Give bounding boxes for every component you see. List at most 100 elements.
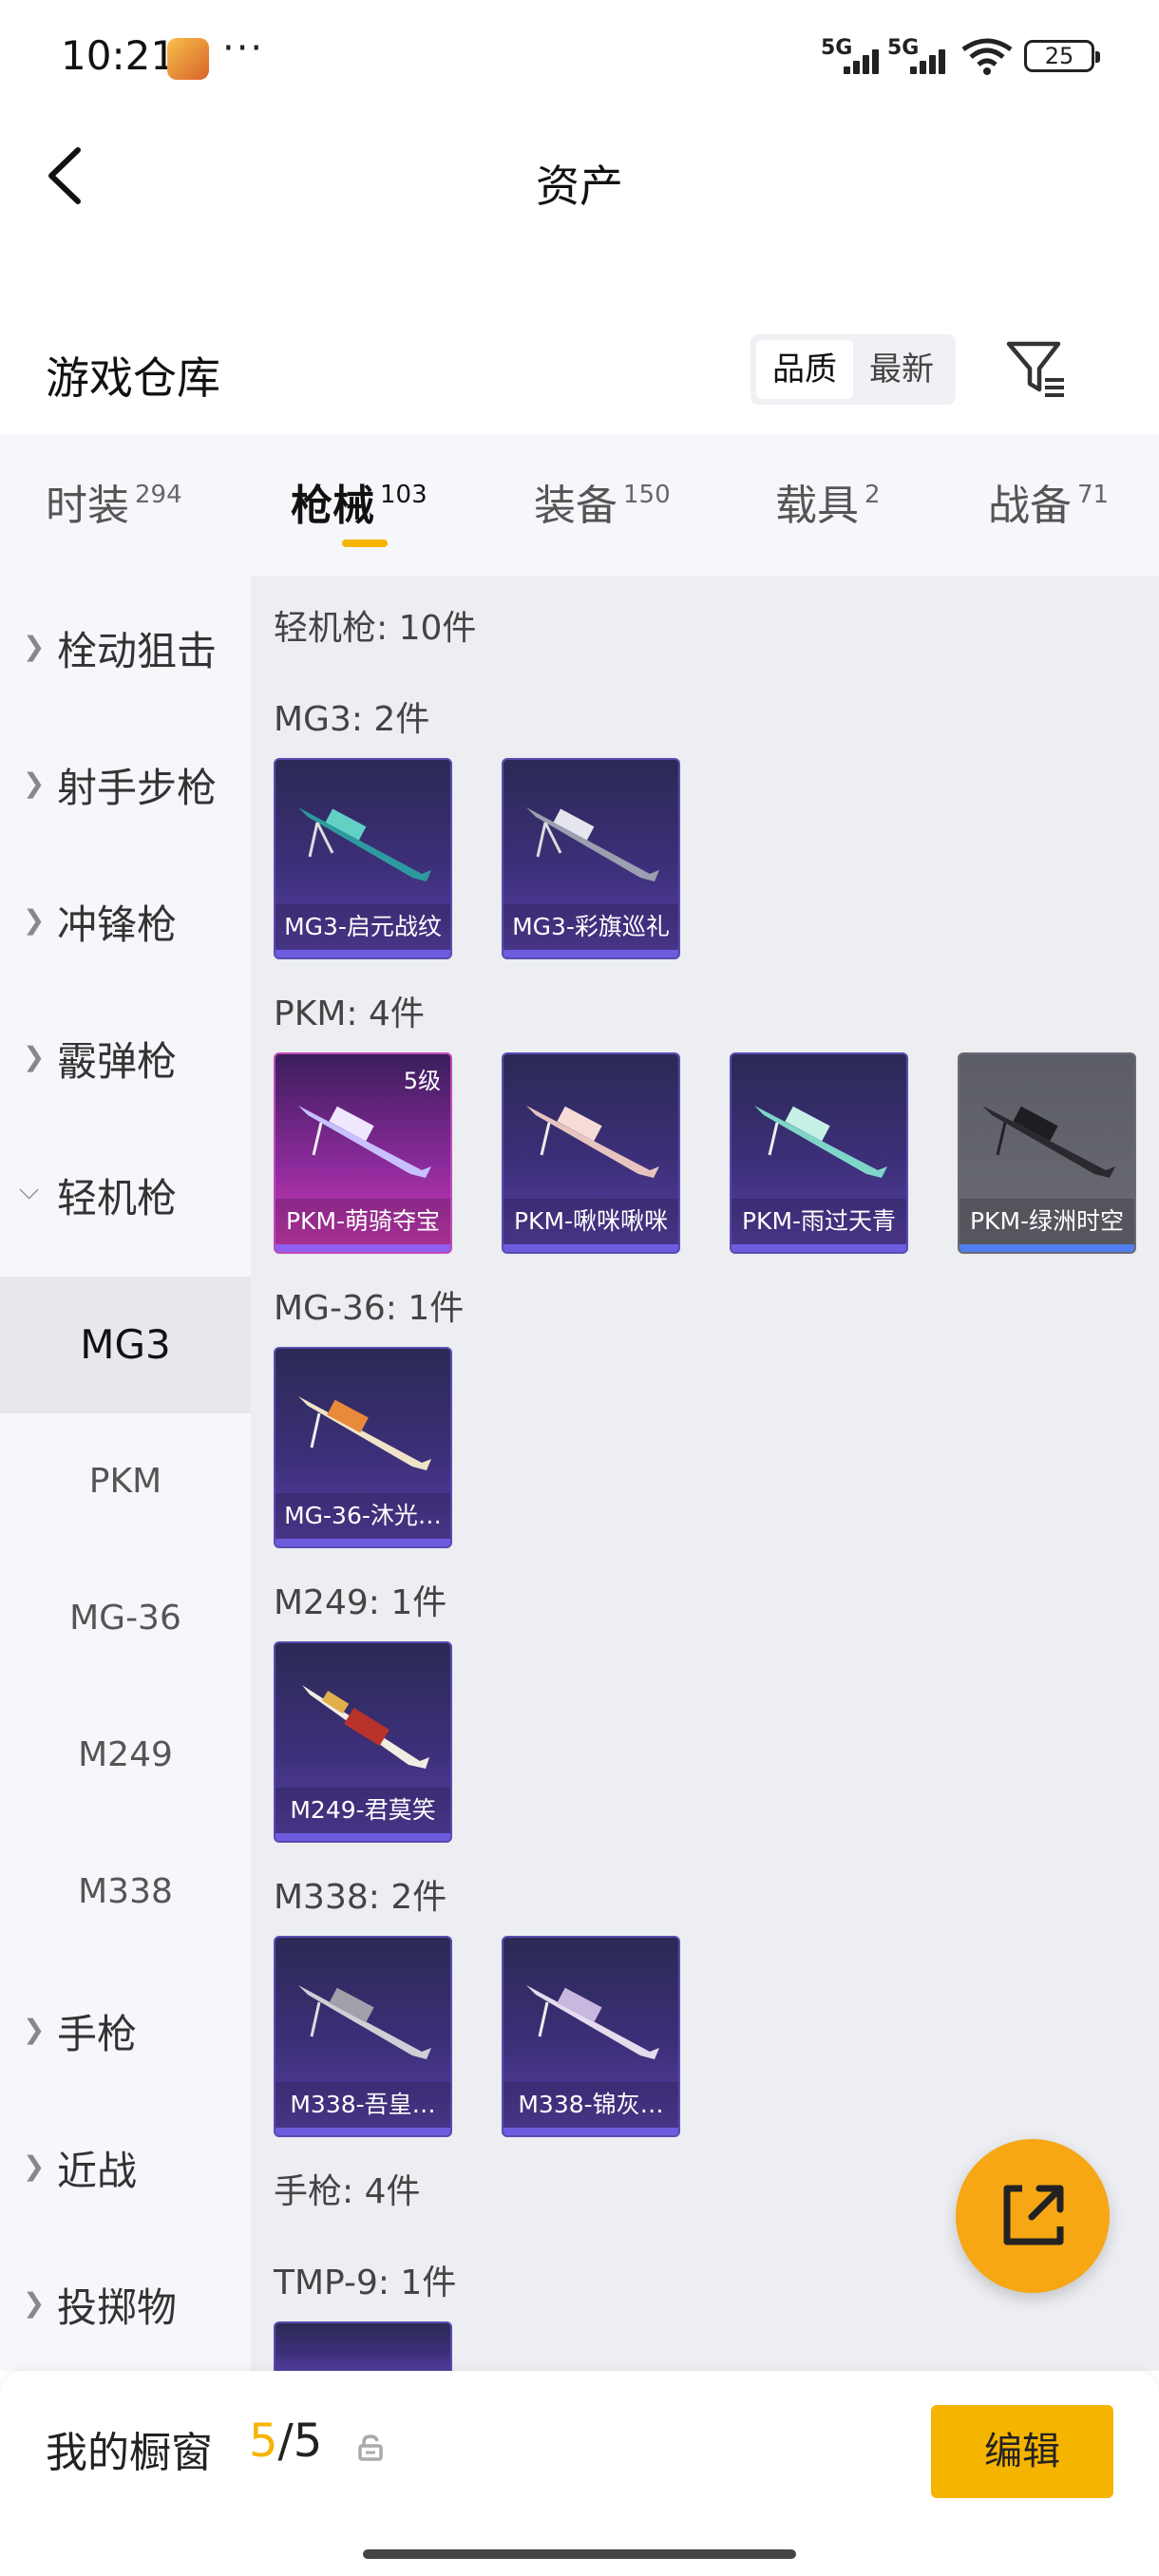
- wifi-icon: [961, 38, 1013, 75]
- pkm-rifle-icon: [298, 1106, 431, 1178]
- pkm-rifle-icon: [982, 1106, 1115, 1178]
- sidebar-item-throwables[interactable]: ❯ 投掷物: [0, 2232, 251, 2369]
- weapon-card-name: PKM-萌骑夺宝: [276, 1199, 450, 1244]
- rarity-bar: [504, 2128, 678, 2135]
- more-notifications-icon: ···: [222, 27, 265, 70]
- tab-count: 103: [380, 481, 428, 509]
- tab-vehicles[interactable]: 载具 2: [775, 471, 881, 532]
- filter-icon[interactable]: [1003, 334, 1072, 403]
- group-label-lmg: 轻机枪: 10件: [274, 609, 477, 648]
- sort-quality-button[interactable]: 品质: [756, 340, 853, 399]
- rarity-bar: [960, 1244, 1134, 1252]
- weapon-category-sidebar: ❯ 栓动狙击 ❯ 射手步枪 ❯ 冲锋枪 ❯ 霰弹枪 ⌵ 轻机枪 MG3 PKM MG-36…: [0, 576, 251, 2371]
- tab-label: 战备: [988, 482, 1072, 530]
- sort-newest-button[interactable]: 最新: [853, 340, 950, 399]
- tab-firearms[interactable]: 枪械 103: [291, 471, 428, 532]
- sidebar-item-label: 冲锋枪: [57, 901, 178, 948]
- status-time: 10:21: [61, 32, 177, 79]
- battery-icon: 25: [1024, 40, 1100, 72]
- rarity-bar: [504, 1244, 678, 1252]
- group-label-mg36: MG-36: 1件: [274, 1289, 465, 1328]
- group-label-pistol: 手枪: 4件: [274, 2172, 421, 2211]
- rarity-bar: [276, 950, 450, 957]
- sidebar-sub-m338[interactable]: M338: [0, 1824, 251, 1960]
- showcase-count: 5/5: [249, 2415, 322, 2468]
- sidebar-item-label: 投掷物: [57, 2284, 178, 2331]
- sidebar-item-melee[interactable]: ❯ 近战: [0, 2095, 251, 2232]
- weapon-card-name: PKM-啾咪啾咪: [504, 1199, 678, 1244]
- tab-count: 294: [135, 481, 182, 509]
- rarity-bar: [276, 1244, 450, 1252]
- sidebar-sub-mg36[interactable]: MG-36: [0, 1550, 251, 1687]
- sidebar-item-label: 栓动狙击: [57, 628, 218, 674]
- chevron-right-icon: ❯: [23, 2150, 46, 2182]
- weapon-card-name: PKM-雨过天青: [732, 1199, 906, 1244]
- m338-rifle-icon: [526, 1985, 659, 2059]
- sidebar-item-dmr[interactable]: ❯ 射手步枪: [0, 712, 251, 849]
- weapon-card[interactable]: MG-36-沐光…: [274, 1347, 452, 1548]
- sort-toggle: 品质 最新: [750, 334, 956, 405]
- nav-bar: 资产: [0, 114, 1159, 237]
- showcase-count-total: 5: [293, 2415, 323, 2468]
- weapon-card[interactable]: 5级 PKM-萌骑夺宝: [274, 1052, 452, 1254]
- sidebar-sub-m249[interactable]: M249: [0, 1687, 251, 1824]
- tab-label: 时装: [46, 482, 129, 530]
- sidebar-item-smg[interactable]: ❯ 冲锋枪: [0, 849, 251, 986]
- weapon-card-name: MG-36-沐光…: [276, 1493, 450, 1539]
- tab-label: 枪械: [291, 482, 374, 530]
- weapon-card[interactable]: PKM-雨过天青: [730, 1052, 908, 1254]
- rarity-bar: [504, 950, 678, 957]
- sidebar-sub-mg3[interactable]: MG3: [0, 1277, 251, 1413]
- chevron-right-icon: ❯: [23, 767, 46, 799]
- mg3-rifle-icon: [526, 807, 659, 881]
- rarity-bar: [276, 2128, 450, 2135]
- app-notification-icon: [167, 38, 209, 80]
- weapon-card[interactable]: M338-吾皇…: [274, 1936, 452, 2137]
- warehouse-header: 游戏仓库 品质 最新: [0, 313, 1159, 427]
- showcase-label: 我的橱窗: [46, 2429, 213, 2477]
- tab-count: 2: [864, 481, 881, 509]
- rarity-bar: [732, 1244, 906, 1252]
- tab-outfits[interactable]: 时装 294: [46, 471, 182, 532]
- tab-supplies[interactable]: 战备 71: [988, 471, 1109, 532]
- weapon-card-name: MG3-启元战纹: [276, 904, 450, 950]
- weapon-card-name: M249-君莫笑: [276, 1788, 450, 1833]
- tab-label: 装备: [534, 482, 618, 530]
- weapon-card[interactable]: M249-君莫笑: [274, 1641, 452, 1843]
- m338-rifle-icon: [298, 1985, 431, 2059]
- sidebar-item-pistol[interactable]: ❯ 手枪: [0, 1959, 251, 2095]
- weapon-card-partial[interactable]: [274, 2321, 452, 2371]
- sidebar-item-bolt-sniper[interactable]: ❯ 栓动狙击: [0, 576, 251, 712]
- weapon-card[interactable]: MG3-启元战纹: [274, 758, 452, 959]
- chevron-right-icon: ❯: [23, 2287, 46, 2319]
- sidebar-item-label: 手枪: [57, 2011, 138, 2057]
- mg3-rifle-icon: [298, 807, 431, 881]
- edit-button[interactable]: 编辑: [931, 2405, 1113, 2498]
- weapon-card[interactable]: MG3-彩旗巡礼: [502, 758, 680, 959]
- weapon-card[interactable]: PKM-啾咪啾咪: [502, 1052, 680, 1254]
- sidebar-item-label: 轻机枪: [57, 1175, 178, 1222]
- share-fab-button[interactable]: [956, 2139, 1110, 2293]
- lock-icon: [358, 2434, 383, 2461]
- weapon-card[interactable]: M338-锦灰…: [502, 1936, 680, 2137]
- chevron-right-icon: ❯: [23, 904, 46, 936]
- showcase-bar: 我的橱窗 5/5 编辑: [0, 2371, 1159, 2576]
- active-tab-indicator: [342, 540, 388, 547]
- weapon-card-name: MG3-彩旗巡礼: [504, 904, 678, 950]
- sidebar-item-lmg[interactable]: ⌵ 轻机枪: [0, 1123, 251, 1260]
- signal-strength-icon: [844, 42, 889, 74]
- rarity-bar: [276, 1833, 450, 1841]
- sidebar-sub-pkm[interactable]: PKM: [0, 1413, 251, 1550]
- category-tabs: 时装 294 枪械 103 装备 150 载具 2 战备 71: [0, 435, 1159, 576]
- sidebar-item-label: 近战: [57, 2148, 138, 2194]
- weapon-card[interactable]: PKM-绿洲时空: [958, 1052, 1136, 1254]
- showcase-count-separator: /: [277, 2415, 294, 2468]
- chevron-down-icon: ⌵: [19, 1174, 40, 1205]
- chevron-right-icon: ❯: [23, 631, 46, 662]
- sidebar-item-shotgun[interactable]: ❯ 霰弹枪: [0, 986, 251, 1123]
- warehouse-title: 游戏仓库: [46, 352, 220, 404]
- group-label-mg3: MG3: 2件: [274, 700, 430, 739]
- group-label-m338: M338: 2件: [274, 1878, 447, 1917]
- tab-equipment[interactable]: 装备 150: [534, 471, 671, 532]
- home-indicator: [363, 2549, 796, 2559]
